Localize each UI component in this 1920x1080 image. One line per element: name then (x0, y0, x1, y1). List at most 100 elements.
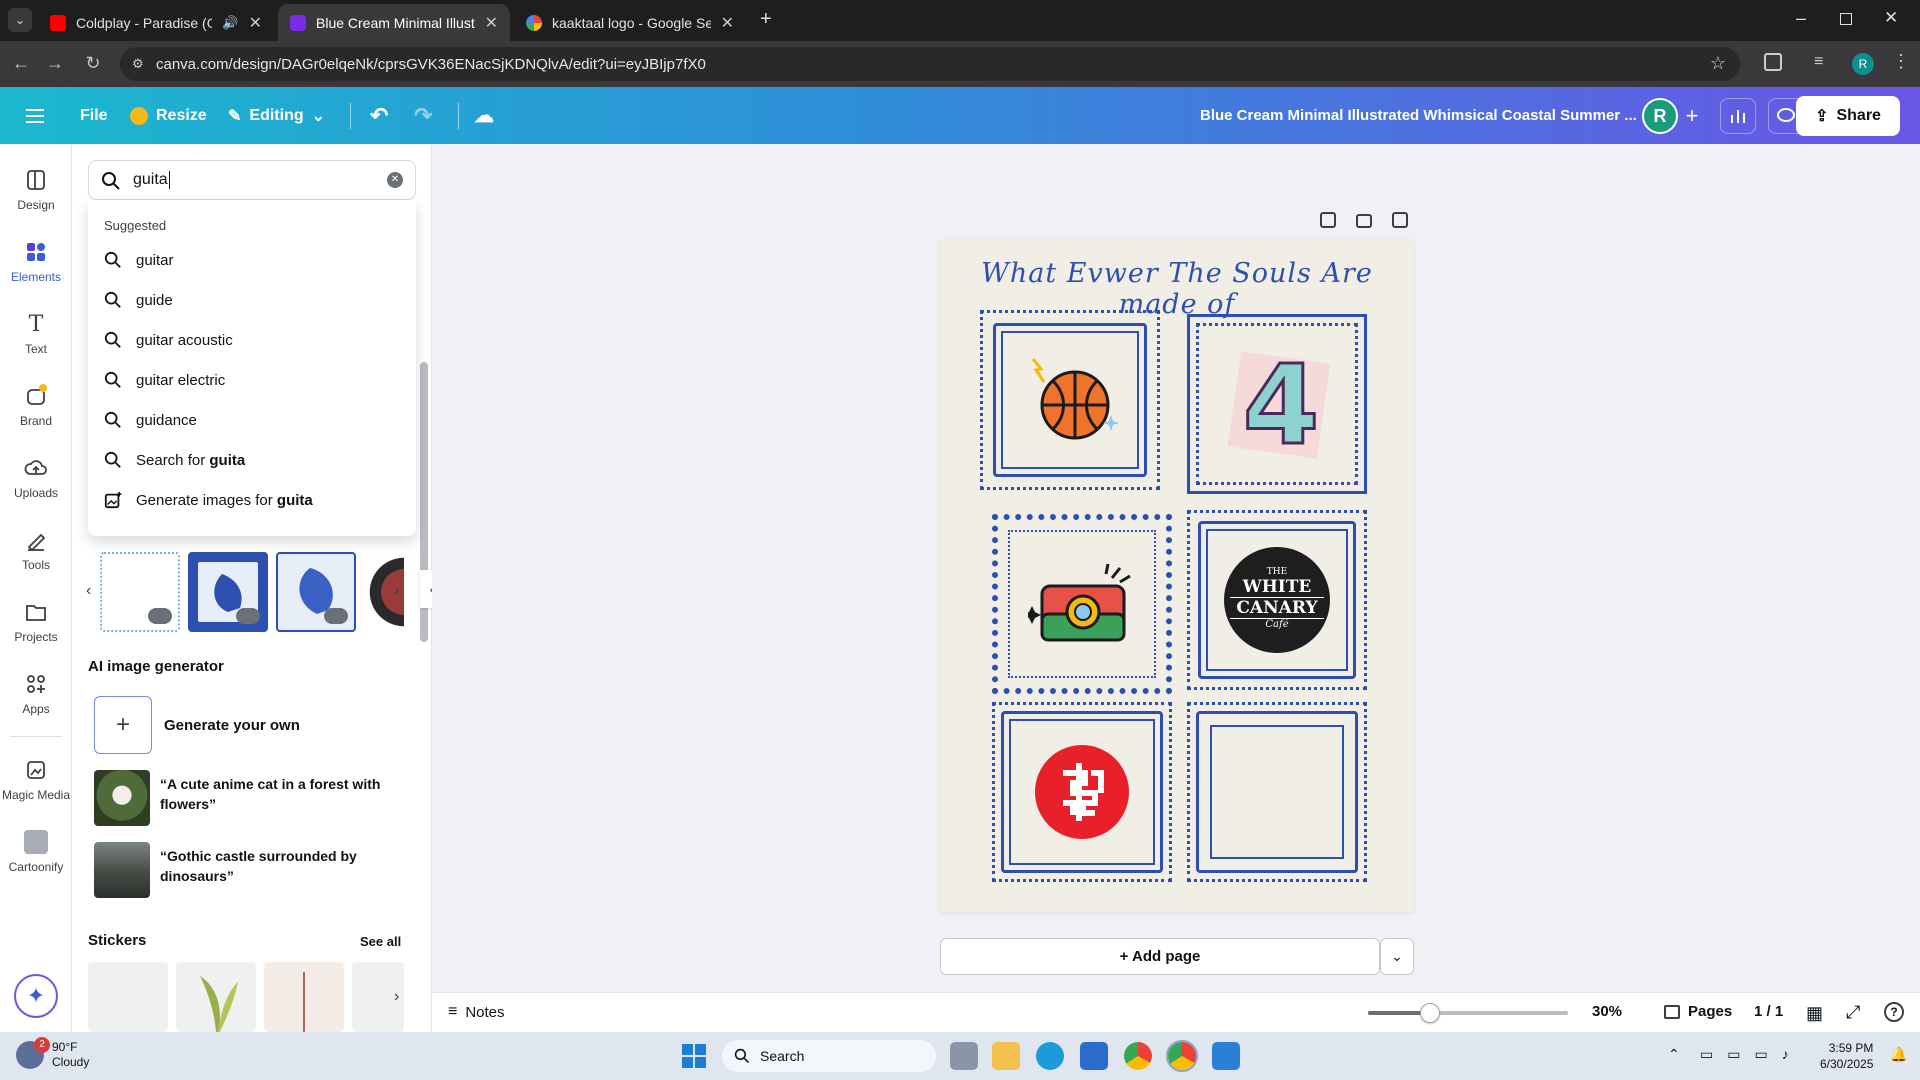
help-icon[interactable]: ? (1884, 1002, 1904, 1022)
zoom-slider[interactable] (1368, 1003, 1568, 1023)
media-control-icon[interactable]: ≡ (1814, 53, 1823, 71)
file-menu-button[interactable]: File (80, 87, 108, 144)
rail-item-uploads[interactable]: Uploads (0, 456, 72, 500)
generate-images-item[interactable]: Generate images for guita (104, 480, 404, 520)
notes-button[interactable]: ≡ Notes (448, 1003, 505, 1021)
tab-list-dropdown[interactable]: ⌄ (8, 8, 32, 32)
grid-view-icon[interactable]: ▦ (1806, 1003, 1823, 1024)
sticker-thumbnail[interactable] (88, 962, 168, 1032)
file-explorer-icon[interactable] (992, 1042, 1020, 1070)
insights-chart-icon[interactable] (1720, 98, 1756, 134)
extensions-icon[interactable] (1764, 53, 1782, 71)
zoom-slider-thumb[interactable] (1420, 1003, 1440, 1023)
back-icon[interactable]: ← (10, 53, 32, 74)
close-window-button[interactable]: ✕ (1884, 8, 1898, 28)
lock-page-icon[interactable] (1320, 212, 1336, 228)
chrome-profile-icon[interactable] (1166, 1040, 1198, 1072)
task-view-icon[interactable] (950, 1042, 978, 1070)
pages-button[interactable]: Pages (1664, 1003, 1732, 1020)
document-title[interactable]: Blue Cream Minimal Illustrated Whimsical… (1200, 87, 1637, 144)
browser-tab-google[interactable]: kaaktaal logo - Google Search ✕ (514, 4, 746, 41)
rail-item-magic-media[interactable]: Magic Media (0, 758, 72, 802)
search-for-item[interactable]: Search for guita (104, 440, 404, 480)
design-page[interactable]: What Evwer The Souls Are made of 4 THE W… (940, 240, 1414, 912)
sticker-thumbnail[interactable] (176, 962, 256, 1032)
redo-icon[interactable]: ↷ (414, 87, 432, 144)
tile-red-emblem[interactable] (992, 702, 1172, 882)
weather-widget[interactable]: 2 90°F Cloudy (16, 1037, 89, 1070)
edge-icon[interactable] (1036, 1042, 1064, 1070)
notifications-icon[interactable]: 🔔 (1890, 1046, 1907, 1063)
zoom-level[interactable]: 30% (1592, 1003, 1622, 1020)
store-icon[interactable] (1080, 1042, 1108, 1070)
tile-camera[interactable] (992, 514, 1172, 694)
resize-button[interactable]: Resize (130, 87, 207, 144)
see-all-link[interactable]: See all (360, 934, 401, 949)
restore-button[interactable] (1840, 13, 1852, 25)
sticker-next-icon[interactable]: › (394, 988, 399, 1006)
close-tab-icon[interactable]: ✕ (485, 13, 498, 33)
duplicate-page-icon[interactable] (1356, 214, 1372, 228)
main-menu-icon[interactable] (26, 87, 46, 144)
show-hidden-icons[interactable]: ⌃ (1668, 1046, 1680, 1063)
browser-tab-canva[interactable]: Blue Cream Minimal Illustrated ✕ (278, 4, 510, 41)
new-tab-button[interactable]: + (760, 8, 772, 31)
fullscreen-icon[interactable]: ⤢ (1846, 1002, 1860, 1023)
browser-tab-youtube[interactable]: Coldplay - Paradise (Official 🔊 ✕ (38, 4, 274, 41)
suggestion-item[interactable]: guidance (104, 400, 404, 440)
carousel-next-icon[interactable]: › (394, 582, 399, 600)
suggestion-item[interactable]: guitar (104, 240, 404, 280)
close-tab-icon[interactable]: ✕ (249, 13, 262, 33)
share-button[interactable]: ⇪ Share (1796, 96, 1900, 136)
bookmark-star-icon[interactable]: ☆ (1710, 53, 1726, 74)
app-icon[interactable] (1212, 1042, 1240, 1070)
suggestion-item[interactable]: guide (104, 280, 404, 320)
forward-icon[interactable]: → (44, 53, 66, 74)
system-tray-icons[interactable]: ▭▭▭♪ (1700, 1046, 1803, 1063)
magic-assistant-button[interactable]: ✦ (14, 974, 58, 1018)
sticker-thumbnail[interactable] (264, 962, 344, 1032)
page-count[interactable]: 1 / 1 (1754, 1003, 1783, 1020)
browser-menu-icon[interactable]: ⋮ (1892, 51, 1910, 72)
site-info-icon[interactable]: ⚙ (132, 56, 144, 72)
rail-item-apps[interactable]: Apps (0, 672, 72, 716)
rail-item-brand[interactable]: Brand (0, 384, 72, 428)
rail-item-text[interactable]: T Text (0, 312, 72, 356)
add-page-button[interactable]: + Add page (940, 938, 1380, 975)
carousel-prev-icon[interactable]: ‹ (86, 582, 91, 600)
user-avatar[interactable]: R (1642, 98, 1678, 134)
profile-avatar[interactable]: R (1852, 53, 1874, 75)
tile-empty-frame[interactable] (1187, 702, 1367, 882)
chrome-icon[interactable] (1124, 1042, 1152, 1070)
cloud-saved-icon[interactable]: ☁ (474, 87, 494, 144)
tile-white-canary[interactable]: THE WHITE CANARY Café (1187, 510, 1367, 690)
tile-number-four[interactable]: 4 (1187, 314, 1367, 494)
suggestion-item[interactable]: guitar electric (104, 360, 404, 400)
minimize-button[interactable]: – (1796, 8, 1806, 29)
rail-item-elements[interactable]: Elements (0, 240, 72, 284)
editing-mode-button[interactable]: ✎ Editing ⌄ (228, 87, 325, 144)
generate-your-own-button[interactable]: + Generate your own (94, 696, 394, 754)
rail-item-design[interactable]: Design (0, 168, 72, 212)
ai-prompt-example[interactable]: “A cute anime cat in a forest with flowe… (94, 770, 394, 828)
element-thumbnail[interactable] (100, 552, 180, 632)
rail-item-cartoonify[interactable]: Cartoonify (0, 830, 72, 874)
add-page-icon[interactable] (1392, 212, 1408, 228)
tile-basketball[interactable] (980, 310, 1160, 490)
element-thumbnail[interactable] (276, 552, 356, 632)
start-button[interactable] (682, 1044, 706, 1068)
clear-search-icon[interactable]: ✕ (387, 172, 403, 188)
rail-item-tools[interactable]: Tools (0, 528, 72, 572)
ai-prompt-example[interactable]: “Gothic castle surrounded by dinosaurs” (94, 842, 394, 900)
clock[interactable]: 3:59 PM 6/30/2025 (1820, 1040, 1873, 1072)
reload-icon[interactable]: ↻ (82, 53, 104, 74)
suggestion-item[interactable]: guitar acoustic (104, 320, 404, 360)
close-tab-icon[interactable]: ✕ (721, 13, 734, 33)
url-field[interactable]: ⚙ canva.com/design/DAGr0elqeNk/cprsGVK36… (120, 47, 1740, 81)
taskbar-search[interactable]: Search (722, 1040, 936, 1072)
element-thumbnail[interactable] (188, 552, 268, 632)
invite-plus-icon[interactable]: + (1674, 98, 1710, 134)
rail-item-projects[interactable]: Projects (0, 600, 72, 644)
elements-search-input[interactable]: guita ✕ (88, 160, 416, 200)
undo-icon[interactable]: ↶ (370, 87, 388, 144)
